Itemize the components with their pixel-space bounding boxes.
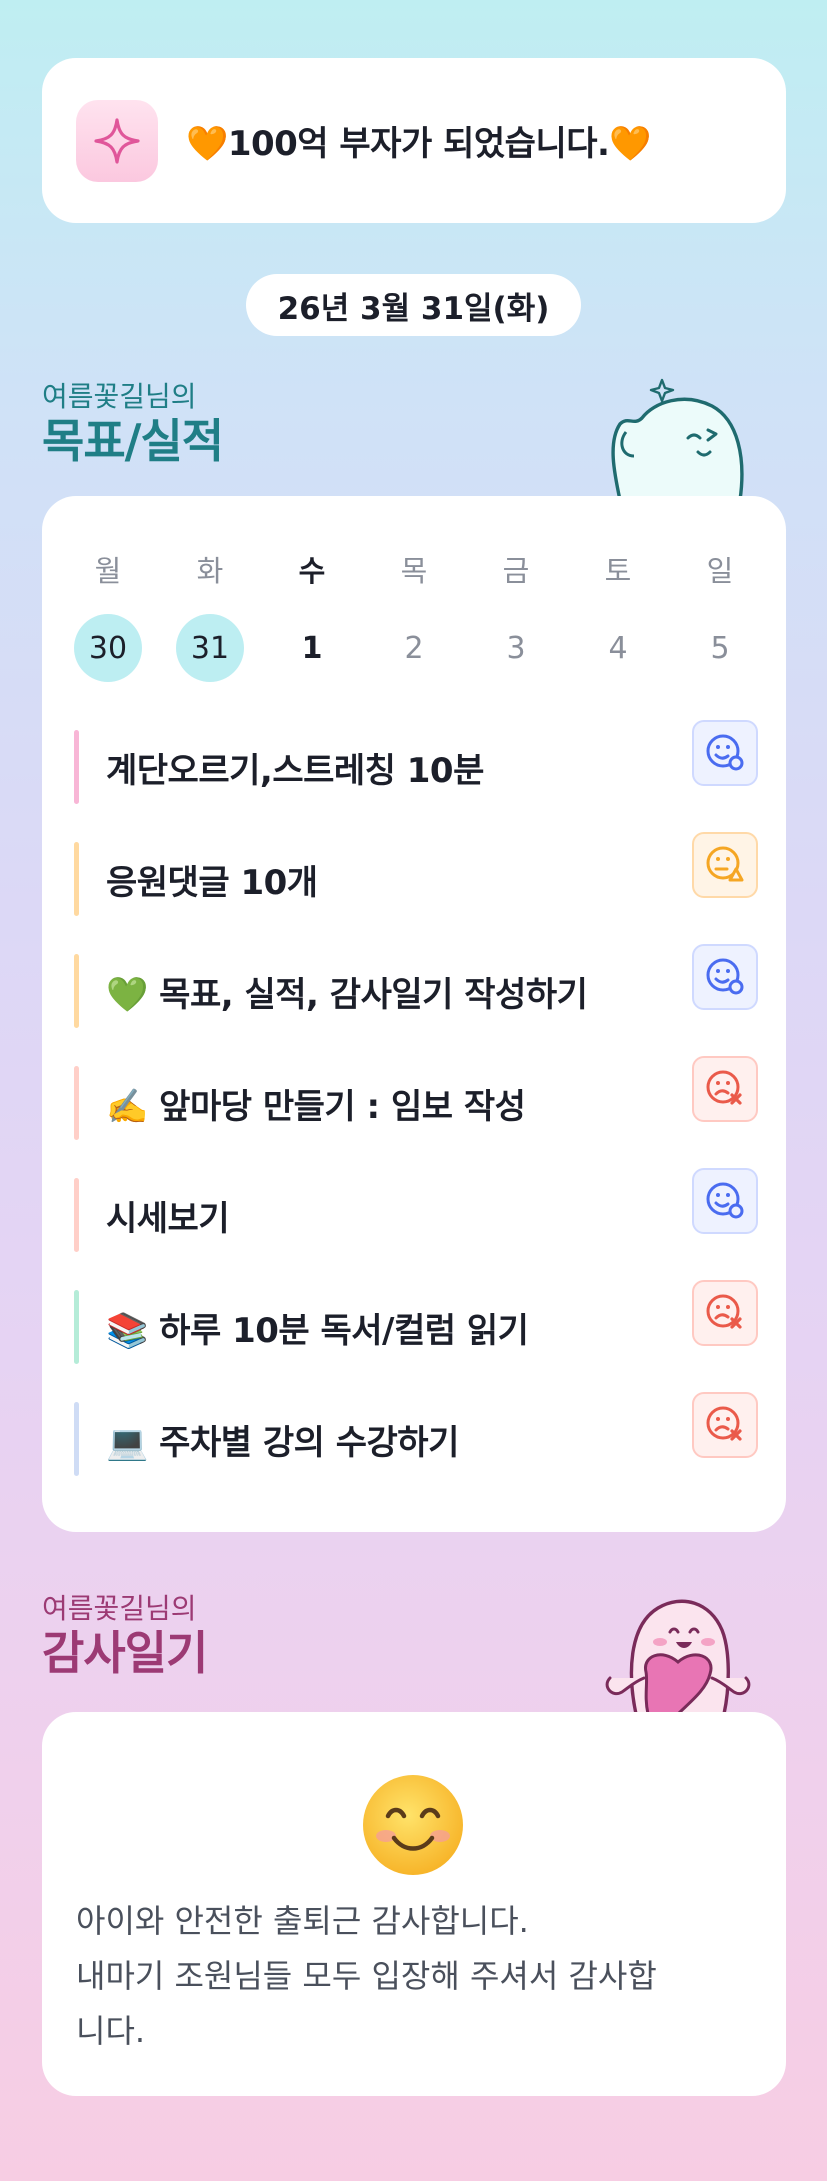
goal-color-bar bbox=[74, 1402, 79, 1476]
status-partial-icon[interactable] bbox=[692, 832, 758, 898]
goal-item[interactable]: 💻 주차별 강의 수강하기 bbox=[74, 1386, 758, 1498]
week-strip: 월 화 수 목 금 토 일 30 31 1 2 3 4 5 bbox=[72, 548, 756, 682]
date-cell-today[interactable]: 1 bbox=[278, 614, 346, 682]
sparkle-icon bbox=[76, 99, 158, 182]
status-fail-icon[interactable] bbox=[692, 1392, 758, 1458]
gratitude-line: 아이와 안전한 출퇴근 감사합니다. bbox=[76, 1902, 529, 1940]
weekday-label: 금 bbox=[502, 554, 530, 588]
date-cell[interactable]: 5 bbox=[686, 614, 754, 682]
goals-owner: 여름꽃길님의 bbox=[42, 380, 197, 413]
gratitude-owner: 여름꽃길님의 bbox=[42, 1592, 197, 1625]
date-label[interactable]: 26년 3월 31일(화) bbox=[246, 274, 581, 336]
goal-color-bar bbox=[74, 1066, 79, 1140]
date-cell-completed[interactable]: 31 bbox=[176, 614, 244, 682]
weekday-label: 토 bbox=[604, 554, 632, 588]
goal-text: 계단오르기,스트레칭 10분 bbox=[106, 750, 484, 791]
status-done-icon[interactable] bbox=[692, 944, 758, 1010]
goal-text: 응원댓글 10개 bbox=[106, 862, 318, 903]
date-cell[interactable]: 4 bbox=[584, 614, 652, 682]
goal-color-bar bbox=[74, 1178, 79, 1252]
status-fail-icon[interactable] bbox=[692, 1280, 758, 1346]
smiling-face-icon bbox=[360, 1772, 466, 1878]
goals-heading: 여름꽃길님의 목표/실적 bbox=[42, 380, 224, 468]
goal-item[interactable]: 시세보기 bbox=[74, 1162, 758, 1274]
gratitude-heading: 여름꽃길님의 감사일기 bbox=[42, 1592, 208, 1680]
weekday-label: 수 bbox=[298, 554, 326, 588]
goal-text: 💻 주차별 강의 수강하기 bbox=[106, 1422, 459, 1463]
gratitude-text: 아이와 안전한 출퇴근 감사합니다. 내마기 조원님들 모두 입장해 주셔서 감… bbox=[76, 1894, 766, 2059]
goals-card: 월 화 수 목 금 토 일 30 31 1 2 3 4 5 계단오르기,스트레칭… bbox=[42, 496, 786, 1532]
goal-text: 💚 목표, 실적, 감사일기 작성하기 bbox=[106, 974, 588, 1015]
date-cell[interactable]: 2 bbox=[380, 614, 448, 682]
goal-text: ✍️ 앞마당 만들기 : 임보 작성 bbox=[106, 1086, 526, 1127]
goal-item[interactable]: 응원댓글 10개 bbox=[74, 826, 758, 938]
goal-statement: 🧡100억 부자가 되었습니다.🧡 bbox=[186, 124, 652, 164]
goal-list: 계단오르기,스트레칭 10분 응원댓글 10개 💚 목표, 실적, 감사일기 작… bbox=[74, 714, 758, 1498]
status-fail-icon[interactable] bbox=[692, 1056, 758, 1122]
goal-text: 시세보기 bbox=[106, 1198, 230, 1239]
ghost-mascot-image bbox=[600, 372, 752, 502]
goal-color-bar bbox=[74, 842, 79, 916]
weekday-label: 목 bbox=[400, 554, 428, 588]
goal-color-bar bbox=[74, 730, 79, 804]
date-cell-completed[interactable]: 30 bbox=[74, 614, 142, 682]
goal-text: 📚 하루 10분 독서/컬럼 읽기 bbox=[106, 1310, 529, 1351]
goal-color-bar bbox=[74, 1290, 79, 1364]
goal-item[interactable]: 💚 목표, 실적, 감사일기 작성하기 bbox=[74, 938, 758, 1050]
weekday-label: 월 bbox=[94, 554, 122, 588]
goal-color-bar bbox=[74, 954, 79, 1028]
gratitude-line: 내마기 조원님들 모두 입장해 주셔서 감사합 bbox=[76, 1957, 657, 1995]
gratitude-card: 아이와 안전한 출퇴근 감사합니다. 내마기 조원님들 모두 입장해 주셔서 감… bbox=[42, 1712, 786, 2096]
goal-item[interactable]: 계단오르기,스트레칭 10분 bbox=[74, 714, 758, 826]
goal-item[interactable]: ✍️ 앞마당 만들기 : 임보 작성 bbox=[74, 1050, 758, 1162]
heart-mascot-image bbox=[598, 1586, 758, 1716]
status-done-icon[interactable] bbox=[692, 1168, 758, 1234]
goal-item[interactable]: 📚 하루 10분 독서/컬럼 읽기 bbox=[74, 1274, 758, 1386]
status-done-icon[interactable] bbox=[692, 720, 758, 786]
gratitude-title: 감사일기 bbox=[42, 1626, 208, 1680]
date-cell[interactable]: 3 bbox=[482, 614, 550, 682]
goal-banner: 🧡100억 부자가 되었습니다.🧡 bbox=[42, 58, 786, 223]
weekday-label: 일 bbox=[706, 554, 734, 588]
goals-title: 목표/실적 bbox=[42, 414, 224, 468]
weekday-label: 화 bbox=[196, 554, 224, 588]
gratitude-line: 니다. bbox=[76, 2012, 146, 2050]
